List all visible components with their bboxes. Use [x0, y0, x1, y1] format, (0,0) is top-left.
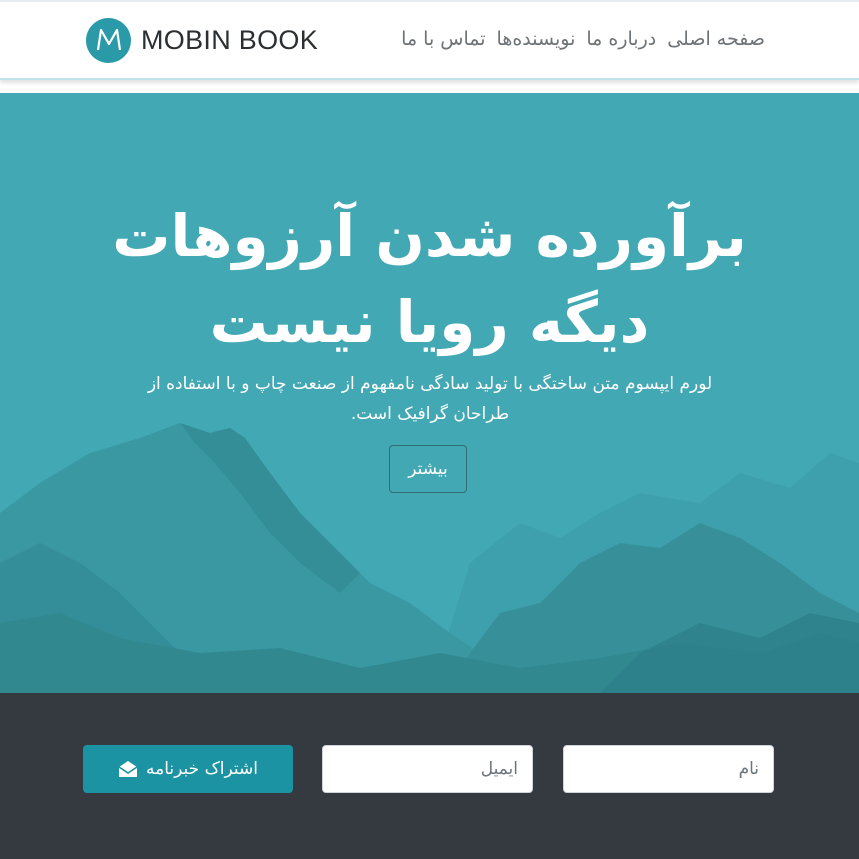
- subscribe-button[interactable]: اشتراک خبرنامه: [83, 745, 293, 793]
- name-input-placeholder: نام: [738, 759, 759, 779]
- nav-item-home[interactable]: صفحه اصلی: [667, 28, 765, 50]
- email-input-placeholder: ایمیل: [480, 759, 518, 779]
- hero-subtitle: لورم ایپسوم متن ساختگی با تولید سادگی نا…: [100, 369, 760, 429]
- newsletter-section: نام ایمیل اشتراک خبرنامه: [0, 693, 859, 859]
- brand[interactable]: MOBIN BOOK: [86, 17, 318, 63]
- name-input[interactable]: نام: [563, 745, 774, 793]
- subscribe-button-label: اشتراک خبرنامه: [146, 759, 258, 779]
- brand-logo-icon: [86, 17, 131, 63]
- nav-item-about[interactable]: درباره ما: [586, 28, 656, 50]
- top-navbar: MOBIN BOOK صفحه اصلی درباره ما نویسنده‌ه…: [0, 0, 859, 80]
- hero-subtitle-line-2: طراحان گرافیک است.: [350, 404, 510, 424]
- nav-item-authors[interactable]: نویسنده‌ها: [497, 28, 576, 50]
- hero-title: برآورده شدن آرزوهات دیگه رویا نیست: [60, 193, 799, 365]
- more-button[interactable]: بیشتر: [389, 445, 467, 493]
- hero-title-line-1: برآورده شدن آرزوهات: [112, 202, 747, 270]
- hero-title-line-2: دیگه رویا نیست: [209, 288, 650, 356]
- hero-subtitle-line-1: لورم ایپسوم متن ساختگی با تولید سادگی نا…: [147, 374, 713, 394]
- brand-name: MOBIN BOOK: [141, 24, 319, 55]
- envelope-open-icon: [118, 760, 138, 778]
- email-input[interactable]: ایمیل: [322, 745, 533, 793]
- nav-item-contact[interactable]: تماس با ما: [401, 28, 485, 50]
- hero-section: برآورده شدن آرزوهات دیگه رویا نیست لورم …: [0, 93, 859, 693]
- main-nav: صفحه اصلی درباره ما نویسنده‌ها تماس با م…: [390, 28, 765, 50]
